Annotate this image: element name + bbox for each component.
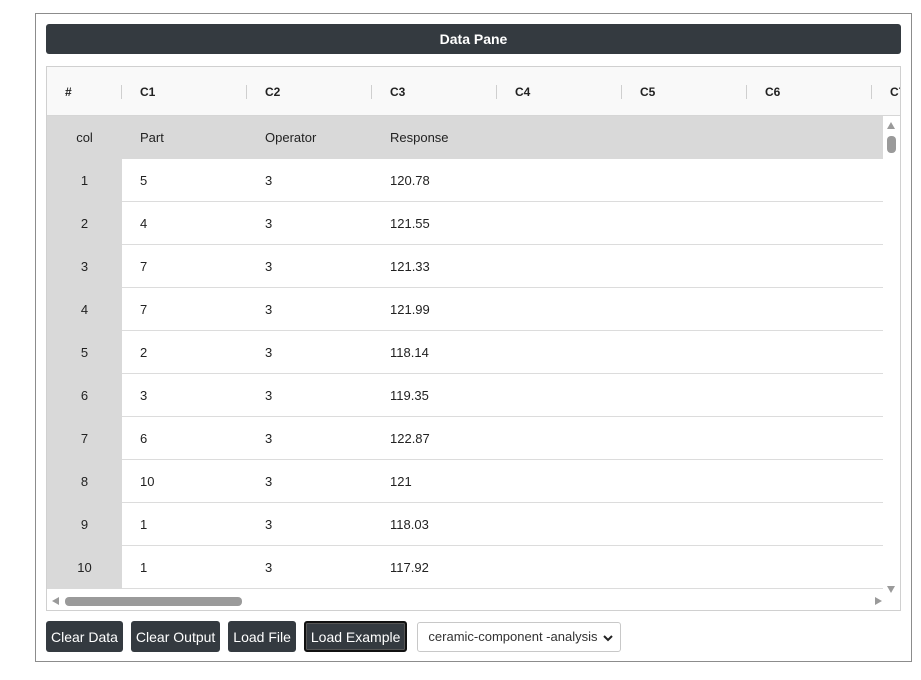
row-index[interactable]: 2 bbox=[47, 202, 122, 245]
grid-cell[interactable]: 3 bbox=[247, 331, 372, 374]
load-example-button[interactable]: Load Example bbox=[303, 621, 408, 652]
chevron-down-icon bbox=[603, 634, 614, 641]
grid-cell[interactable]: 3 bbox=[247, 460, 372, 503]
grid-cell[interactable] bbox=[622, 116, 747, 159]
row-index[interactable]: 8 bbox=[47, 460, 122, 503]
table-row: 4 7 3 121.99 bbox=[47, 288, 885, 331]
grid-cell[interactable]: 6 bbox=[122, 417, 247, 460]
row-index[interactable]: 1 bbox=[47, 159, 122, 202]
grid-cell[interactable]: 121.55 bbox=[372, 202, 497, 245]
grid-cell[interactable]: 117.92 bbox=[372, 546, 497, 589]
clear-output-button[interactable]: Clear Output bbox=[130, 621, 221, 652]
grid-cell[interactable]: 3 bbox=[247, 202, 372, 245]
table-row: 10 1 3 117.92 bbox=[47, 546, 885, 589]
column-header-row: # C1C2C3C4C5C6C7 bbox=[47, 67, 900, 116]
grid-cell[interactable] bbox=[497, 116, 622, 159]
table-row: 5 2 3 118.14 bbox=[47, 331, 885, 374]
horizontal-scrollbar[interactable] bbox=[47, 593, 900, 610]
grid-cell[interactable]: 3 bbox=[247, 288, 372, 331]
grid-cell[interactable]: 10 bbox=[122, 460, 247, 503]
table-row: 6 3 3 119.35 bbox=[47, 374, 885, 417]
row-index[interactable]: 3 bbox=[47, 245, 122, 288]
grid-cell[interactable]: 7 bbox=[122, 288, 247, 331]
grid-cell[interactable]: 7 bbox=[122, 245, 247, 288]
row-index[interactable]: 6 bbox=[47, 374, 122, 417]
row-index[interactable]: col bbox=[47, 116, 122, 159]
grid-cell[interactable]: Part bbox=[122, 116, 247, 159]
scroll-down-icon[interactable] bbox=[887, 586, 895, 593]
grid-body: col Part Operator Response 1 5 3 120.78 2 4 3 121.5… bbox=[47, 116, 885, 594]
row-index[interactable]: 5 bbox=[47, 331, 122, 374]
grid-cell[interactable]: 1 bbox=[122, 546, 247, 589]
scroll-up-icon[interactable] bbox=[887, 122, 895, 129]
grid-cell[interactable]: 118.14 bbox=[372, 331, 497, 374]
table-row: 1 5 3 120.78 bbox=[47, 159, 885, 202]
grid-cell[interactable]: 3 bbox=[247, 374, 372, 417]
column-header-c7[interactable]: C7 bbox=[872, 67, 900, 116]
column-header-c6[interactable]: C6 bbox=[747, 67, 872, 116]
table-row: 3 7 3 121.33 bbox=[47, 245, 885, 288]
index-header: # bbox=[47, 67, 122, 116]
grid-cell[interactable]: 3 bbox=[247, 245, 372, 288]
column-header-c3[interactable]: C3 bbox=[372, 67, 497, 116]
scroll-left-icon[interactable] bbox=[52, 597, 59, 605]
data-pane-panel: Data Pane # C1C2C3C4C5C6C7 colPartOperat… bbox=[35, 13, 912, 662]
table-row: 8 10 3 121 bbox=[47, 460, 885, 503]
grid-cell[interactable]: 120.78 bbox=[372, 159, 497, 202]
clear-data-button[interactable]: Clear Data bbox=[46, 621, 123, 652]
example-select[interactable]: ceramic-component -analysis bbox=[417, 621, 622, 652]
grid-cell[interactable]: Response bbox=[372, 116, 497, 159]
column-name-row: col Part Operator Response bbox=[47, 116, 885, 159]
column-header-c1[interactable]: C1 bbox=[122, 67, 247, 116]
row-index[interactable]: 7 bbox=[47, 417, 122, 460]
grid-cell[interactable]: 3 bbox=[247, 159, 372, 202]
column-header-c2[interactable]: C2 bbox=[247, 67, 372, 116]
grid-cell[interactable]: 121.99 bbox=[372, 288, 497, 331]
row-index[interactable]: 9 bbox=[47, 503, 122, 546]
vertical-scroll-thumb[interactable] bbox=[887, 136, 896, 153]
vertical-scrollbar[interactable] bbox=[883, 116, 900, 594]
grid-cell[interactable]: 5 bbox=[122, 159, 247, 202]
grid-cell[interactable]: 119.35 bbox=[372, 374, 497, 417]
grid-cell[interactable]: 121 bbox=[372, 460, 497, 503]
toolbar: Clear Data Clear Output Load File Load E… bbox=[46, 621, 622, 652]
grid-cell[interactable]: 3 bbox=[247, 417, 372, 460]
grid-cell[interactable]: 3 bbox=[247, 546, 372, 589]
grid-cell[interactable]: 4 bbox=[122, 202, 247, 245]
grid-cell[interactable]: 3 bbox=[247, 503, 372, 546]
grid-cell[interactable] bbox=[747, 116, 872, 159]
grid-cell[interactable]: 122.87 bbox=[372, 417, 497, 460]
row-index[interactable]: 10 bbox=[47, 546, 122, 589]
data-grid: # C1C2C3C4C5C6C7 colPartOperatorResponse… bbox=[46, 66, 901, 611]
scroll-right-icon[interactable] bbox=[875, 597, 882, 605]
grid-cell[interactable]: 118.03 bbox=[372, 503, 497, 546]
load-file-button[interactable]: Load File bbox=[228, 621, 296, 652]
grid-cell[interactable]: Operator bbox=[247, 116, 372, 159]
grid-cell[interactable]: 2 bbox=[122, 331, 247, 374]
row-index[interactable]: 4 bbox=[47, 288, 122, 331]
example-select-value: ceramic-component -analysis bbox=[428, 629, 598, 644]
horizontal-scroll-thumb[interactable] bbox=[65, 597, 242, 606]
table-row: 7 6 3 122.87 bbox=[47, 417, 885, 460]
table-row: 2 4 3 121.55 bbox=[47, 202, 885, 245]
column-header-c4[interactable]: C4 bbox=[497, 67, 622, 116]
column-header-c5[interactable]: C5 bbox=[622, 67, 747, 116]
grid-cell[interactable]: 3 bbox=[122, 374, 247, 417]
grid-cell[interactable]: 1 bbox=[122, 503, 247, 546]
table-row: 9 1 3 118.03 bbox=[47, 503, 885, 546]
pane-title: Data Pane bbox=[46, 24, 901, 54]
grid-cell[interactable]: 121.33 bbox=[372, 245, 497, 288]
